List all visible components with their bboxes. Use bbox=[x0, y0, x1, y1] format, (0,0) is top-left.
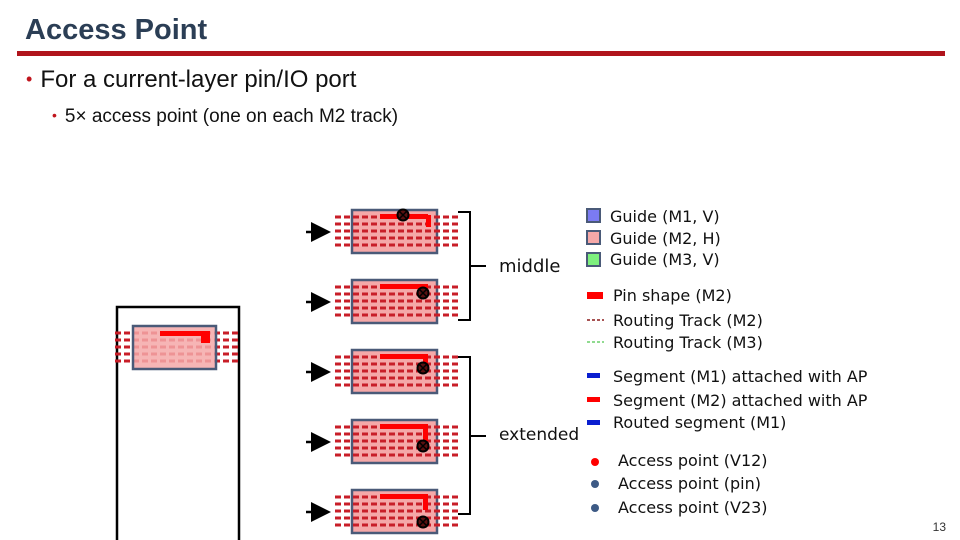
ap-pin-dot bbox=[591, 480, 599, 488]
segment-m2-swatch bbox=[587, 397, 600, 402]
candidate-panel bbox=[306, 348, 458, 395]
overview-pin-notch bbox=[201, 334, 210, 343]
guide-m3-swatch bbox=[586, 252, 601, 267]
page-number: 13 bbox=[932, 520, 946, 534]
routed-m1-swatch bbox=[587, 420, 600, 425]
legend-ap-pin: Access point (pin) bbox=[618, 474, 761, 493]
legend-guide-m3: Guide (M3, V) bbox=[610, 250, 720, 269]
pin-shape-vertical bbox=[423, 495, 428, 510]
legend-ap-v23: Access point (V23) bbox=[618, 498, 768, 517]
legend-ap-v12: Access point (V12) bbox=[618, 451, 768, 470]
middle-bracket bbox=[458, 211, 486, 321]
pin-shape-vertical bbox=[423, 425, 428, 441]
pin-shape bbox=[380, 354, 428, 359]
candidate-panel bbox=[306, 418, 458, 465]
pin-shape bbox=[380, 424, 428, 429]
guide-m1-swatch bbox=[586, 208, 601, 223]
extended-bracket bbox=[458, 356, 486, 515]
middle-group-label: middle bbox=[499, 256, 561, 277]
legend-guide-m1: Guide (M1, V) bbox=[610, 207, 720, 226]
pin-shape-vertical bbox=[426, 215, 431, 227]
pin-shape bbox=[380, 494, 428, 499]
guide-m2-swatch bbox=[586, 230, 601, 245]
pin-shape-swatch bbox=[587, 292, 603, 299]
legend-track-m3: Routing Track (M3) bbox=[613, 333, 763, 352]
legend-guide-m2: Guide (M2, H) bbox=[610, 229, 721, 248]
legend-pin-shape: Pin shape (M2) bbox=[613, 286, 732, 305]
access-point-diagram bbox=[115, 208, 604, 540]
legend-routed-m1: Routed segment (M1) bbox=[613, 413, 787, 432]
candidate-panel bbox=[306, 488, 458, 535]
legend-track-m2: Routing Track (M2) bbox=[613, 311, 763, 330]
legend-segment-m1: Segment (M1) attached with AP bbox=[613, 367, 868, 386]
candidate-panels bbox=[306, 208, 458, 535]
candidate-panel bbox=[306, 208, 458, 255]
candidate-panel bbox=[306, 278, 458, 325]
ap-v23-dot bbox=[591, 504, 599, 512]
segment-m1-swatch bbox=[587, 373, 600, 378]
ap-v12-dot bbox=[591, 458, 599, 466]
overview-cell bbox=[115, 305, 241, 540]
legend-segment-m2: Segment (M2) attached with AP bbox=[613, 391, 868, 410]
extended-group-label: extended bbox=[499, 425, 580, 445]
